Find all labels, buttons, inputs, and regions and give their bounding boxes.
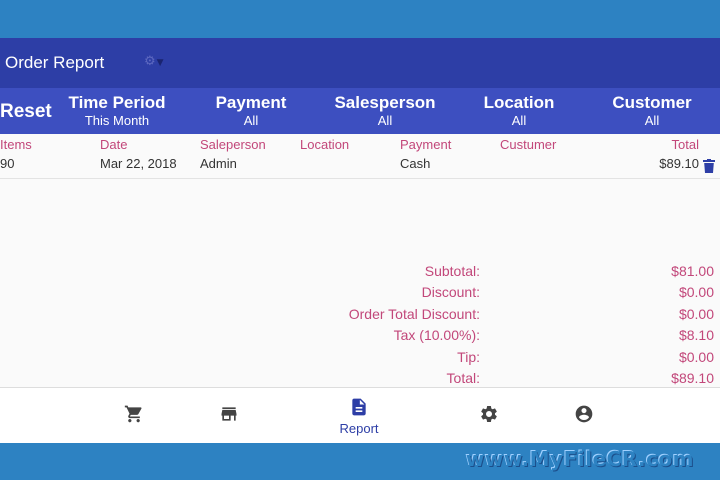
filter-label: Customer — [612, 93, 692, 112]
filter-label: Salesperson — [334, 93, 436, 112]
cell-date: Mar 22, 2018 — [100, 156, 177, 171]
summary-tip: Tip: $0.00 — [0, 349, 720, 370]
summary-value: $89.10 — [671, 369, 714, 386]
summary-label: Subtotal: — [424, 263, 480, 279]
summary-discount: Discount: $0.00 — [0, 284, 720, 305]
summary-label: Discount: — [421, 284, 480, 301]
summary-label: Tax (10.00%): — [393, 327, 480, 344]
account-icon — [575, 405, 593, 423]
row-divider — [0, 178, 720, 179]
filter-salesperson[interactable]: Salesperson All — [315, 92, 455, 129]
column-header-saleperson: Saleperson — [200, 137, 266, 152]
table-header: Items Date Saleperson Location Payment C… — [0, 137, 720, 155]
filter-customer[interactable]: Customer All — [582, 92, 720, 129]
gear-icon — [481, 405, 497, 422]
summary-label: Total: — [446, 369, 480, 386]
nav-settings[interactable] — [459, 388, 519, 443]
column-header-location: Location — [300, 137, 350, 152]
filter-value: All — [243, 113, 259, 128]
column-header-customer: Custumer — [500, 137, 557, 152]
filter-label: Location — [483, 93, 555, 112]
table-row[interactable]: 90 Mar 22, 2018 Admin Cash $89.10 — [0, 156, 720, 174]
cell-items: 90 — [0, 156, 15, 171]
summary-value: $8.10 — [678, 327, 714, 344]
caret-down-icon: ▼ — [156, 58, 164, 68]
filter-payment[interactable]: Payment All — [181, 92, 321, 129]
filter-value: All — [644, 113, 660, 128]
bottom-navigation: Report — [0, 387, 720, 443]
report-type-dropdown[interactable]: ⚙▼ — [144, 54, 164, 69]
nav-report[interactable]: Report — [329, 388, 389, 443]
summary-label: Tip: — [457, 348, 480, 365]
app-toolbar: Order Report ⚙▼ — [0, 38, 720, 88]
cell-payment: Cash — [400, 156, 431, 171]
filter-label: Payment — [215, 93, 287, 112]
summary-order-total-discount: Order Total Discount: $0.00 — [0, 306, 720, 327]
filter-location[interactable]: Location All — [449, 92, 589, 129]
settings-dropdown-glyph: ⚙ — [144, 54, 156, 69]
summary-subtotal: Subtotal: $81.00 — [0, 263, 720, 284]
reset-button[interactable]: Reset — [0, 101, 52, 123]
report-icon — [352, 398, 366, 416]
filter-value: All — [511, 113, 527, 128]
summary-value: $0.00 — [678, 284, 714, 301]
summary-tax: Tax (10.00%): $8.10 — [0, 327, 720, 348]
trash-icon[interactable] — [703, 159, 715, 173]
page-title: Order Report — [5, 53, 105, 72]
column-header-total: Total — [671, 137, 699, 152]
app-window: Order Report ⚙▼ Reset Time Period This M… — [0, 38, 720, 443]
cell-total: $89.10 — [659, 156, 699, 171]
cart-icon — [124, 405, 142, 423]
filter-label: Time Period — [68, 93, 166, 112]
nav-account[interactable] — [554, 388, 614, 443]
nav-cart[interactable] — [104, 388, 164, 443]
nav-store[interactable] — [199, 388, 259, 443]
summary-value: $0.00 — [678, 348, 714, 365]
watermark: www.MyFileCR.com — [465, 447, 694, 471]
top-frame-band — [0, 0, 720, 38]
summary-label: Order Total Discount: — [348, 305, 480, 322]
filter-value: This Month — [84, 113, 150, 128]
summary-value: $0.00 — [678, 305, 714, 322]
column-header-payment: Payment — [400, 137, 452, 152]
filter-value: All — [377, 113, 393, 128]
filter-time-period[interactable]: Time Period This Month — [47, 92, 187, 129]
column-header-date: Date — [100, 137, 128, 152]
store-icon — [221, 407, 237, 421]
order-summary: Subtotal: $81.00 Discount: $0.00 Order T… — [0, 263, 720, 391]
column-header-items: Items — [0, 137, 32, 152]
summary-value: $81.00 — [671, 263, 714, 279]
nav-report-label: Report — [339, 421, 379, 436]
filter-bar: Reset Time Period This Month Payment All… — [0, 88, 720, 134]
cell-saleperson: Admin — [200, 156, 237, 171]
